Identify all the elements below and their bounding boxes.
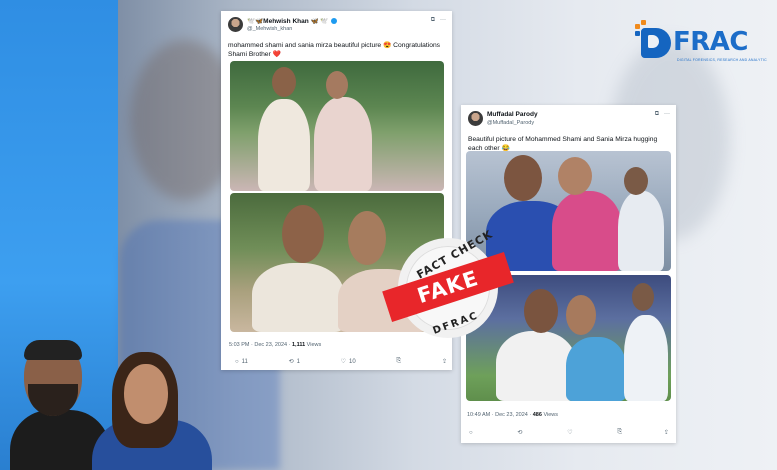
more-options-icon[interactable]: ··· xyxy=(664,111,670,118)
bookmark-button[interactable]: ⎘ xyxy=(617,429,622,436)
user-handle[interactable]: @Muffadal_Parody xyxy=(487,120,534,126)
tweet-actions: ○ ⟲ ♡ ⎘ ⇪ xyxy=(469,429,669,436)
tweet-header: 🕊️🦋Mehwish Khan 🦋 🕊️ @_Mehwish_khan ⧉ ··… xyxy=(221,11,452,41)
avatar[interactable] xyxy=(468,111,483,126)
tweet-header: Muffadal Parody @Muffadal_Parody ⧉ ··· xyxy=(461,105,676,135)
like-icon: ♡ xyxy=(340,359,347,365)
verified-badge-icon xyxy=(330,18,337,25)
bookmark-icon: ⎘ xyxy=(396,358,402,364)
share-icon: ⇪ xyxy=(441,359,447,365)
tweet-timestamp[interactable]: 10:49 AM · Dec 23, 2024 · 486 Views xyxy=(467,412,558,418)
dfrac-logo: FRAC DIGITAL FORENSICS, RESEARCH AND ANA… xyxy=(633,17,767,67)
like-button[interactable]: ♡ 10 xyxy=(340,358,356,366)
display-name[interactable]: 🕊️🦋Mehwish Khan 🦋 🕊️ xyxy=(247,17,337,25)
like-button[interactable]: ♡ xyxy=(567,429,575,436)
user-handle[interactable]: @_Mehwish_khan xyxy=(247,26,292,32)
reply-icon: ○ xyxy=(235,358,239,365)
logo-text: FRAC xyxy=(673,27,748,57)
tweet-timestamp[interactable]: 5:03 PM · Dec 23, 2024 · 1,111 Views xyxy=(229,342,321,348)
tweet-image-1[interactable] xyxy=(230,61,444,191)
bookmark-icon: ⎘ xyxy=(617,429,623,435)
reply-button[interactable]: ○ 11 xyxy=(235,358,248,365)
share-icon: ⇪ xyxy=(663,430,669,436)
like-icon: ♡ xyxy=(567,430,573,436)
more-options-icon[interactable]: ··· xyxy=(440,17,446,24)
retweet-icon: ⟲ xyxy=(517,430,523,436)
dfrac-logo-icon xyxy=(633,20,673,64)
grok-icon[interactable]: ⧉ xyxy=(655,111,659,118)
retweet-button[interactable]: ⟲ xyxy=(517,429,525,436)
avatar[interactable] xyxy=(228,17,243,32)
reply-icon: ○ xyxy=(469,429,473,436)
heart-emoji: ❤️ xyxy=(272,51,281,58)
retweet-icon: ⟲ xyxy=(288,359,294,365)
share-button[interactable]: ⇪ xyxy=(442,358,447,365)
bookmark-button[interactable]: ⎘ xyxy=(396,358,401,365)
retweet-button[interactable]: ⟲ 1 xyxy=(288,358,300,366)
portrait-woman xyxy=(92,350,212,470)
grok-icon[interactable]: ⧉ xyxy=(431,17,435,24)
reply-button[interactable]: ○ xyxy=(469,429,476,436)
share-button[interactable]: ⇪ xyxy=(664,429,669,436)
display-name[interactable]: Muffadal Parody xyxy=(487,111,538,118)
tweet-actions: ○ 11 ⟲ 1 ♡ 10 ⎘ ⇪ xyxy=(235,358,447,365)
tweet-text: mohammed shami and sania mirza beautiful… xyxy=(228,42,441,58)
logo-tagline: DIGITAL FORENSICS, RESEARCH AND ANALYTIC… xyxy=(677,58,767,62)
fact-check-stamp: FACT CHECK FAKE DFRAC xyxy=(382,227,514,338)
